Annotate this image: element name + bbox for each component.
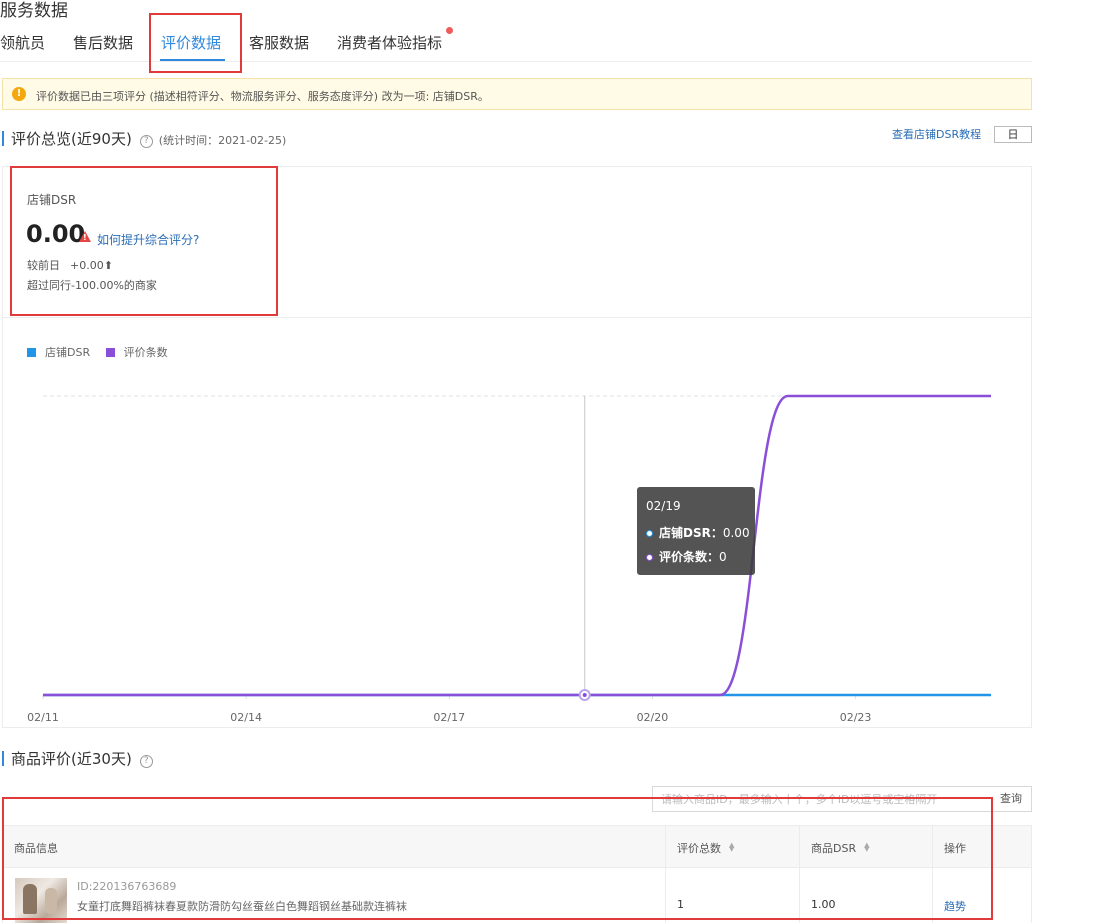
x-tick-label: 02/20 bbox=[637, 711, 669, 724]
column-divider bbox=[932, 826, 933, 923]
trend-chart[interactable]: 02/11 02/14 02/17 02/20 02/23 bbox=[3, 167, 1031, 727]
tooltip-dot-count bbox=[646, 554, 653, 561]
active-tab-underline bbox=[160, 59, 225, 61]
period-select[interactable]: 日 bbox=[994, 126, 1032, 143]
tab-consumer-experience[interactable]: 消费者体验指标 bbox=[337, 32, 442, 53]
search-button[interactable]: 查询 bbox=[991, 787, 1031, 811]
tab-bar: 领航员 售后数据 评价数据 客服数据 消费者体验指标 bbox=[0, 27, 1032, 62]
product-dsr-value: 1.00 bbox=[811, 898, 836, 911]
product-table: 商品信息 评价总数 ▲ ▼ 商品DSR ▲ ▼ 操作 ID:220136763689 女… bbox=[2, 825, 1032, 923]
col-actions: 操作 bbox=[944, 842, 966, 855]
col-product-dsr-label: 商品DSR bbox=[811, 842, 857, 855]
review-count-value: 1 bbox=[677, 898, 684, 911]
col-product-dsr[interactable]: 商品DSR ▲ ▼ bbox=[811, 840, 870, 856]
product-title: 商品评价(近30天) bbox=[11, 750, 132, 768]
product-name[interactable]: 女童打底舞蹈裤袜春夏款防滑防勾丝蚕丝白色舞蹈钢丝基础款连裤袜 bbox=[77, 898, 407, 914]
tooltip-value-count: 0 bbox=[719, 550, 727, 564]
warning-circle-icon: ! bbox=[12, 87, 26, 101]
tooltip-row-count: 评价条数：0 bbox=[646, 548, 727, 565]
product-id: ID:220136763689 bbox=[77, 880, 177, 893]
help-icon[interactable]: ? bbox=[139, 755, 153, 768]
thumb-figure bbox=[45, 888, 57, 914]
tab-navigator[interactable]: 领航员 bbox=[0, 32, 45, 53]
column-divider bbox=[799, 826, 800, 923]
notice-text: 评价数据已由三项评分 (描述相符评分、物流服务评分、服务态度评分) 改为一项: … bbox=[36, 90, 489, 103]
col-review-count[interactable]: 评价总数 ▲ ▼ bbox=[677, 840, 734, 856]
dsr-tutorial-link[interactable]: 查看店铺DSR教程 bbox=[892, 126, 981, 142]
tooltip-date: 02/19 bbox=[646, 499, 681, 513]
product-section-title: 商品评价(近30天)? bbox=[2, 748, 153, 769]
table-header: 商品信息 评价总数 ▲ ▼ 商品DSR ▲ ▼ 操作 bbox=[3, 826, 1031, 868]
col-review-count-label: 评价总数 bbox=[677, 842, 721, 855]
notice-banner: ! 评价数据已由三项评分 (描述相符评分、物流服务评分、服务态度评分) 改为一项… bbox=[2, 78, 1032, 110]
overview-section-title: 评价总览(近90天)? (统计时间：2021-02-25) bbox=[2, 128, 286, 149]
tooltip-label-dsr: 店铺DSR： bbox=[659, 526, 723, 540]
x-tick-label: 02/11 bbox=[27, 711, 59, 724]
x-tick-label: 02/14 bbox=[230, 711, 262, 724]
tab-review-data[interactable]: 评价数据 bbox=[161, 32, 221, 53]
tab-customer-service[interactable]: 客服数据 bbox=[249, 32, 309, 53]
overview-panel: 店铺DSR 0.00 ! 如何提升综合评分? 较前日 +0.00⬆ 超过同行-10… bbox=[2, 166, 1032, 728]
tooltip-row-dsr: 店铺DSR：0.00 bbox=[646, 524, 750, 541]
product-thumbnail[interactable] bbox=[15, 878, 67, 923]
notification-dot bbox=[446, 27, 453, 34]
tooltip-dot-dsr bbox=[646, 530, 653, 537]
col-product-info: 商品信息 bbox=[14, 842, 58, 855]
product-id-search-input[interactable] bbox=[653, 787, 991, 811]
column-divider bbox=[665, 826, 666, 923]
tab-after-sales[interactable]: 售后数据 bbox=[73, 32, 133, 53]
hover-point-center bbox=[582, 693, 587, 697]
stat-time: (统计时间：2021-02-25) bbox=[158, 134, 287, 147]
x-tick-label: 02/17 bbox=[433, 711, 465, 724]
sort-icon[interactable]: ▲ ▼ bbox=[729, 842, 734, 853]
x-tick-label: 02/23 bbox=[840, 711, 872, 724]
tooltip-value-dsr: 0.00 bbox=[722, 526, 750, 540]
chart-tooltip: 02/19 店铺DSR：0.00 评价条数：0 bbox=[637, 487, 755, 575]
series-line-review-count bbox=[43, 394, 991, 697]
help-icon[interactable]: ? bbox=[139, 135, 153, 148]
product-search: 查询 bbox=[652, 786, 1032, 812]
page-title: 服务数据 bbox=[0, 1, 68, 21]
sort-icon[interactable]: ▲ ▼ bbox=[864, 842, 869, 853]
tooltip-label-count: 评价条数： bbox=[659, 550, 720, 564]
overview-title: 评价总览(近90天) bbox=[11, 130, 132, 148]
trend-link[interactable]: 趋势 bbox=[944, 898, 966, 914]
thumb-figure bbox=[23, 884, 37, 914]
